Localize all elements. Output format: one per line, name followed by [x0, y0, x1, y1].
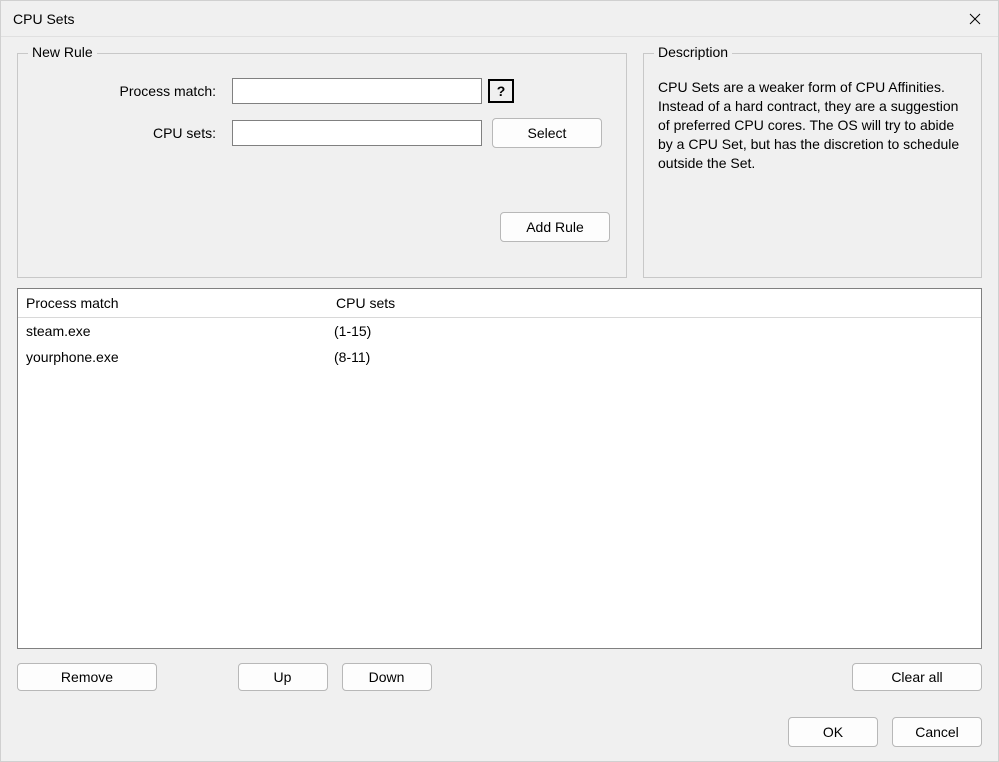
description-legend: Description [654, 44, 732, 60]
table-row[interactable]: yourphone.exe (8-11) [18, 344, 981, 370]
new-rule-legend: New Rule [28, 44, 97, 60]
down-button[interactable]: Down [342, 663, 432, 691]
window-title: CPU Sets [13, 11, 74, 27]
cell-cpusets: (8-11) [328, 347, 981, 367]
table-row[interactable]: steam.exe (1-15) [18, 318, 981, 344]
list-actions: Remove Up Down Clear all [17, 659, 982, 691]
column-header-process[interactable]: Process match [18, 289, 328, 317]
remove-button[interactable]: Remove [17, 663, 157, 691]
cell-process: yourphone.exe [18, 347, 328, 367]
cpu-sets-label: CPU sets: [32, 125, 222, 141]
new-rule-group: New Rule Process match: ? CPU sets: Sele… [17, 53, 627, 278]
process-match-help-button[interactable]: ? [488, 79, 514, 103]
cell-cpusets: (1-15) [328, 321, 981, 341]
description-group: Description CPU Sets are a weaker form o… [643, 53, 982, 278]
titlebar: CPU Sets [1, 1, 998, 37]
description-text: CPU Sets are a weaker form of CPU Affini… [658, 78, 967, 172]
select-button[interactable]: Select [492, 118, 602, 148]
close-icon [969, 13, 981, 25]
rules-list-body: steam.exe (1-15) yourphone.exe (8-11) [18, 318, 981, 648]
cell-process: steam.exe [18, 321, 328, 341]
cpu-sets-dialog: CPU Sets New Rule Process match: ? [0, 0, 999, 762]
process-match-input[interactable] [232, 78, 482, 104]
add-rule-button[interactable]: Add Rule [500, 212, 610, 242]
dialog-actions: OK Cancel [17, 701, 982, 751]
close-button[interactable] [952, 1, 998, 36]
cancel-button[interactable]: Cancel [892, 717, 982, 747]
clear-all-button[interactable]: Clear all [852, 663, 982, 691]
up-button[interactable]: Up [238, 663, 328, 691]
rules-list[interactable]: Process match CPU sets steam.exe (1-15) … [17, 288, 982, 649]
cpu-sets-input[interactable] [232, 120, 482, 146]
question-icon: ? [497, 83, 506, 99]
rules-list-header: Process match CPU sets [18, 289, 981, 318]
column-header-cpusets[interactable]: CPU sets [328, 289, 981, 317]
ok-button[interactable]: OK [788, 717, 878, 747]
process-match-label: Process match: [32, 83, 222, 99]
